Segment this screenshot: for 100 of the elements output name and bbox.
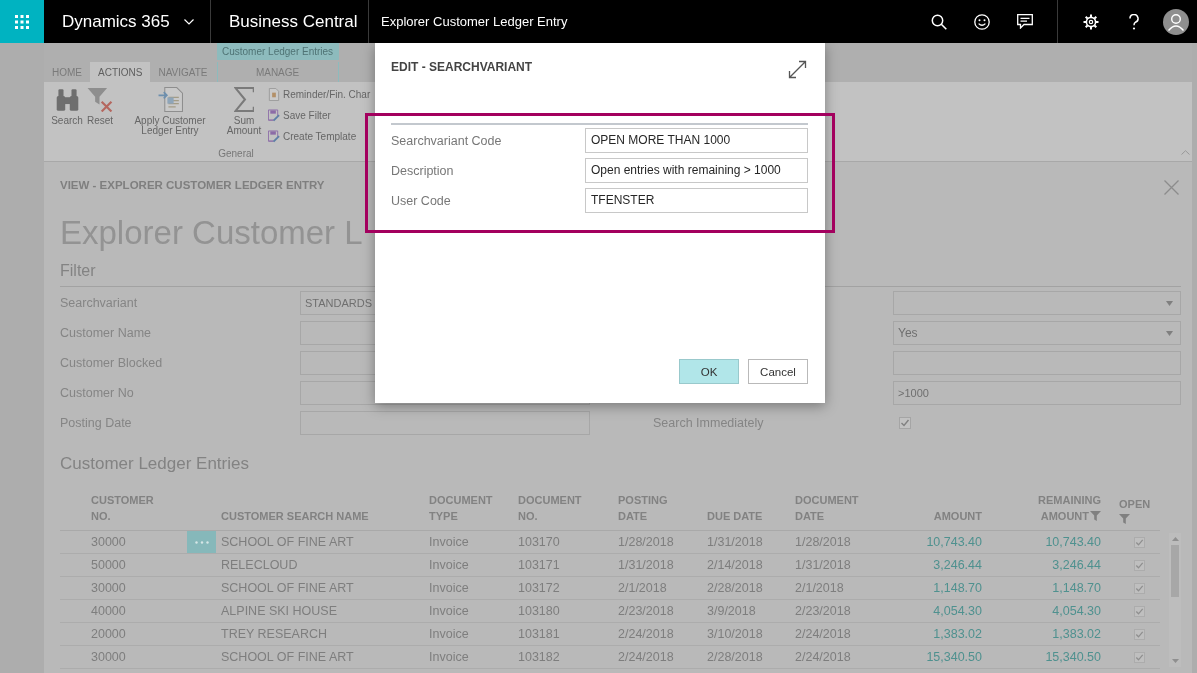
table-cell-text: Invoice [428,627,470,641]
binoculars-icon [54,87,80,112]
search-icon[interactable] [930,13,947,30]
ribbon-button[interactable]: Apply Customer Ledger Entry [118,87,222,148]
table-cell-text: 2/24/2018 [617,627,675,641]
table-cell-text: 1/28/2018 [794,535,852,549]
expand-icon[interactable] [788,60,807,79]
waffle-icon [15,14,29,29]
filter-field[interactable]: >1000 [893,381,1181,405]
floppy-pencil-icon [268,109,280,122]
table-cell-text: 15,340.50 [1044,650,1102,664]
table-cell-text: TREY RESEARCH [220,627,329,641]
table-cell-text: 2/14/2018 [706,558,764,572]
input-field[interactable]: OPEN MORE THAN 1000 [585,128,808,153]
table-cell-text: 1,148.70 [1051,581,1102,595]
filter-icon [1119,514,1130,524]
checkbox[interactable] [1134,605,1145,617]
input-field[interactable]: Open entries with remaining > 1000 [585,158,808,183]
table-cell-text: 50000 [90,558,127,572]
checkbox[interactable] [1134,651,1145,663]
table-cell-text: 15,340.50 [925,650,983,664]
table-cell-text: 103172 [517,581,561,595]
table-cell-text: 40000 [90,604,127,618]
table-cell-text: 2/1/2018 [794,581,845,595]
smiley-icon[interactable] [973,13,990,30]
ok-button[interactable]: OK [679,359,739,384]
table-cell-text: Invoice [428,604,470,618]
close-icon[interactable] [1164,179,1179,195]
table-row[interactable]: 30000 SCHOOL OF FINE ART Invoice 103182 2/24/2018 2/28/2018 2/24/2018 15,340.50 15,340.50 [60,646,1160,669]
funnel-cross-icon [86,87,114,112]
scroll-up-icon[interactable] [1171,537,1179,541]
scrollbar[interactable] [1169,533,1181,667]
table-row[interactable]: 40000 ALPINE SKI HOUSE Invoice 103180 2/23/2018 3/9/2018 2/23/2018 4,054.30 4,054.30 [60,600,1160,623]
table-cell-text: 2/1/2018 [617,581,668,595]
table-cell-text: 3/10/2018 [706,627,764,641]
table-row[interactable]: 30000 SCHOOL OF FINE ART Invoice 103172 2/1/2018 2/28/2018 2/1/2018 1,148.70 1,148.70 [60,577,1160,600]
table-cell-text: 1,383.02 [1051,627,1102,641]
chat-icon[interactable] [1016,14,1033,29]
settings-icon[interactable] [1082,13,1099,30]
table-cell-text: 2/23/2018 [617,604,675,618]
table-cell-text: 2/24/2018 [794,650,852,664]
field-label: User Code [391,193,451,208]
table-cell-text: 103171 [517,558,561,572]
ribbon-button[interactable]: Create Template [268,129,371,144]
table-cell-text: SCHOOL OF FINE ART [220,535,355,549]
ellipsis-icon [194,540,209,544]
table-row[interactable]: 30000 SCHOOL OF FINE ART Invoice 103170 1/28/2018 1/31/2018 1/28/2018 10,743.40 10,743.40 [60,531,1160,554]
avatar-icon[interactable] [1163,8,1189,35]
table-cell-text: 1/31/2018 [617,558,675,572]
page-title: Explorer Customer Ledger Entry [380,14,568,29]
checkbox[interactable] [899,417,911,429]
app-switcher-button[interactable]: Dynamics 365 [44,0,210,43]
table-cell-text: 103170 [517,535,561,549]
ribbon-group-label: General [217,148,254,159]
checkbox[interactable] [1134,628,1145,640]
table-cell-text: 10,743.40 [925,535,983,549]
table-cell-text: 2/23/2018 [794,604,852,618]
view-caption: VIEW - EXPLORER CUSTOMER LEDGER ENTRY [60,178,325,192]
help-icon[interactable] [1128,13,1139,30]
table-cell-text: Invoice [428,558,470,572]
table-cell-text: 4,054.30 [932,604,983,618]
dropdown-caret-icon [1166,330,1173,336]
table-cell-text: 1,148.70 [932,581,983,595]
checkbox[interactable] [1134,582,1145,594]
table-cell-text: 20000 [90,627,127,641]
checkbox[interactable] [1134,536,1145,548]
floppy-pencil-icon [268,130,280,143]
table-cell-text: Invoice [428,650,470,664]
input-field[interactable]: TFENSTER [585,188,808,213]
cancel-button[interactable]: Cancel [748,359,808,384]
table-cell-text: 30000 [90,535,127,549]
product-name: Business Central [228,11,359,32]
ribbon-button[interactable]: Save Filter [268,108,371,123]
filter-icon [1090,511,1101,521]
table-cell-text: 30000 [90,650,127,664]
ribbon-tab[interactable]: ACTIONS [90,62,151,82]
table-row[interactable]: 20000 TREY RESEARCH Invoice 103181 2/24/2018 3/10/2018 2/24/2018 1,383.02 1,383.02 [60,623,1160,646]
ribbon-button[interactable]: Search [52,87,82,148]
ribbon-button[interactable]: Reset [85,87,115,148]
table-row[interactable]: 50000 RELECLOUD Invoice 103171 1/31/2018 2/14/2018 1/31/2018 3,246.44 3,246.44 [60,554,1160,577]
table-cell-text: 103181 [517,627,561,641]
field-label: Description [391,163,454,178]
checkbox[interactable] [1134,559,1145,571]
chevron-down-icon [183,18,194,25]
ribbon-button[interactable]: Sum Amount [225,87,263,148]
table-cell-text: 2/28/2018 [706,581,764,595]
filter-field[interactable] [300,411,590,435]
table-cell-text: 30000 [90,581,127,595]
table-cell-text: 2/24/2018 [794,627,852,641]
dropdown-field[interactable] [893,291,1181,315]
app-launcher-button[interactable] [0,0,44,43]
ribbon-button[interactable]: Reminder/Fin. Char [268,87,371,102]
table-cell-text: SCHOOL OF FINE ART [220,650,355,664]
scroll-down-icon[interactable] [1171,659,1179,663]
dropdown-field[interactable]: Yes [893,321,1181,345]
contextual-group-label: Customer Ledger Entries [216,43,339,60]
chevron-up-icon[interactable] [1181,150,1190,155]
table-cell-text: 1/31/2018 [794,558,852,572]
table-cell-text: 103180 [517,604,561,618]
row-actions-button[interactable] [187,531,216,553]
